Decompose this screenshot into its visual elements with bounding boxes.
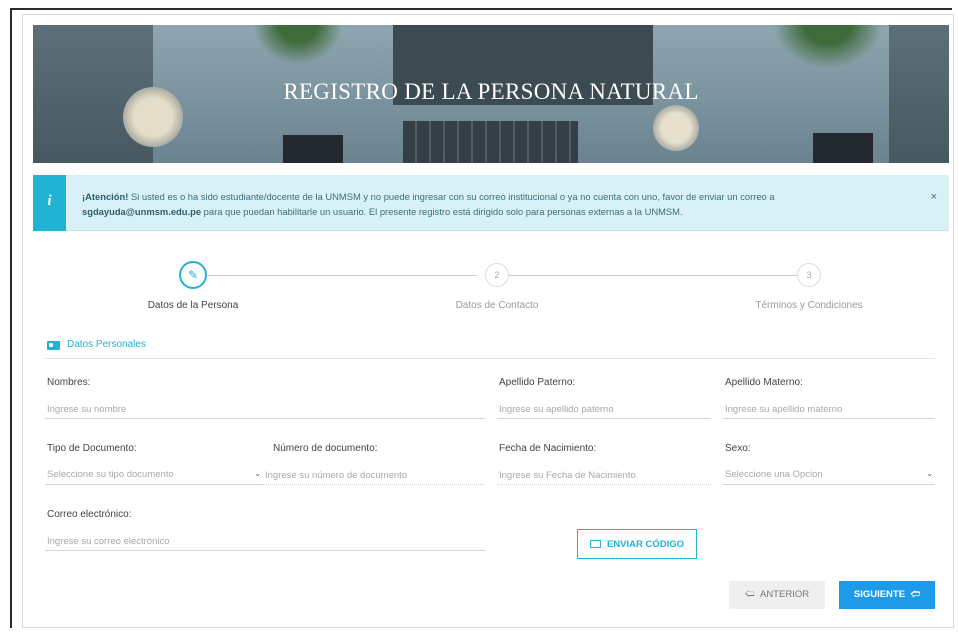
registration-stepper: ✎ 2 3 Datos de la Persona Datos de Conta… xyxy=(33,253,949,323)
banner-decoration xyxy=(283,135,343,163)
header-banner: REGISTRO DE LA PERSONA NATURAL xyxy=(33,25,949,163)
tipo-documento-selected: Seleccione su tipo documento xyxy=(47,469,174,480)
nombres-input[interactable] xyxy=(45,401,485,419)
alert-email: sgdayuda@unmsm.edu.pe xyxy=(82,206,202,217)
sexo-label: Sexo: xyxy=(725,443,751,454)
arrow-left-icon: 🢨 xyxy=(744,589,755,600)
fecha-nacimiento-input[interactable] xyxy=(497,467,711,485)
section-title: Datos Personales xyxy=(67,339,146,350)
alert-text: Si usted es o ha sido estudiante/docente… xyxy=(128,191,775,202)
step-connector xyxy=(509,275,797,276)
alert-icon-bar: i xyxy=(33,175,66,231)
step-1-edit-icon[interactable]: ✎ xyxy=(179,261,207,289)
step-3-circle[interactable]: 3 xyxy=(797,263,821,287)
registration-card: REGISTRO DE LA PERSONA NATURAL i ¡Atenci… xyxy=(22,14,954,628)
chevron-down-icon: ⌄ xyxy=(926,469,933,478)
previous-label: ANTERIOR xyxy=(759,589,810,600)
close-icon[interactable]: × xyxy=(931,191,937,203)
apellido-materno-label: Apellido Materno: xyxy=(725,377,803,388)
page-title: REGISTRO DE LA PERSONA NATURAL xyxy=(283,79,699,104)
next-label: SIGUIENTE xyxy=(853,589,906,600)
send-code-button[interactable]: ENVIAR CÓDIGO xyxy=(577,529,697,559)
apellido-materno-input[interactable] xyxy=(723,401,935,419)
numero-documento-label: Número de documento: xyxy=(273,443,378,454)
alert-message: ¡Atención! Si usted es o ha sido estudia… xyxy=(82,189,912,219)
step-2-label: Datos de Contacto xyxy=(455,300,539,311)
banner-decoration xyxy=(813,133,873,163)
correo-label: Correo electrónico: xyxy=(47,509,132,520)
id-card-icon xyxy=(47,341,60,350)
sexo-select[interactable]: Seleccione una Opcion ⌄ xyxy=(723,467,935,485)
previous-button[interactable]: 🢨 ANTERIOR xyxy=(729,581,825,609)
arrow-right-icon: 🢪 xyxy=(910,589,921,600)
send-code-label: ENVIAR CÓDIGO xyxy=(606,538,685,550)
nombres-label: Nombres: xyxy=(47,377,91,388)
banner-decoration xyxy=(773,25,883,69)
step-1-label: Datos de la Persona xyxy=(147,300,239,311)
section-header-personal-data: Datos Personales xyxy=(45,337,935,359)
email-field[interactable] xyxy=(45,533,485,551)
alert-strong: ¡Atención! xyxy=(82,191,129,202)
next-button[interactable]: SIGUIENTE 🢪 xyxy=(839,581,935,609)
info-icon: i xyxy=(47,193,52,209)
sexo-selected: Seleccione una Opcion xyxy=(725,469,823,480)
tipo-documento-select[interactable]: Seleccione su tipo documento ⌄ xyxy=(45,467,263,485)
fecha-nacimiento-label: Fecha de Nacimiento: xyxy=(499,443,597,454)
attention-alert: i ¡Atención! Si usted es o ha sido estud… xyxy=(33,175,949,231)
step-2-circle[interactable]: 2 xyxy=(485,263,509,287)
banner-decoration xyxy=(253,25,343,65)
envelope-icon xyxy=(589,539,601,548)
apellido-paterno-input[interactable] xyxy=(497,401,711,419)
step-3-label: Términos y Condiciones xyxy=(755,300,863,311)
banner-decoration xyxy=(403,121,578,163)
apellido-paterno-label: Apellido Paterno: xyxy=(499,377,576,388)
tipo-documento-label: Tipo de Documento: xyxy=(47,443,137,454)
banner-decoration xyxy=(653,105,699,151)
step-connector xyxy=(207,275,477,276)
alert-text: para que puedan habilitarle un usuario. … xyxy=(201,206,683,217)
numero-documento-input[interactable] xyxy=(263,467,485,485)
chevron-down-icon: ⌄ xyxy=(254,469,261,478)
